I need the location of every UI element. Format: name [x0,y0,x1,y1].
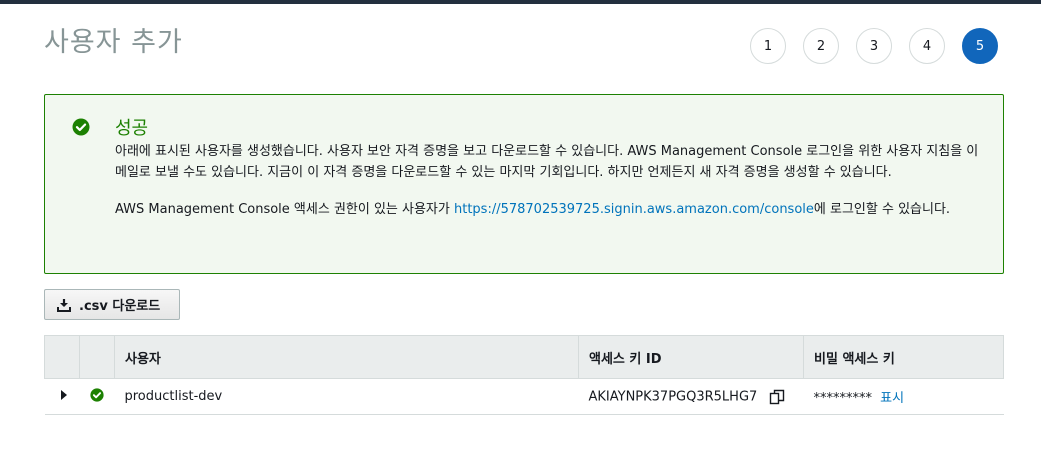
show-secret-link[interactable]: 표시 [880,391,904,406]
step-1[interactable]: 1 [750,28,786,64]
console-prefix: AWS Management Console 액세스 권한이 있는 사용자가 [115,202,454,217]
expand-cell [44,378,80,415]
download-csv-button[interactable]: .csv 다운로드 [44,289,180,320]
copy-icon[interactable] [769,389,785,405]
table-header-row: 사용자 액세스 키 ID 비밀 액세스 키 [44,335,1004,379]
step-4[interactable]: 4 [909,28,945,64]
download-csv-label: .csv 다운로드 [79,299,161,314]
expand-caret-icon[interactable] [60,390,67,400]
top-bar [0,0,1041,4]
alert-body: 아래에 표시된 사용자를 생성했습니다. 사용자 보안 자격 증명을 보고 다운… [115,141,985,220]
console-message: AWS Management Console 액세스 권한이 있는 사용자가 h… [115,199,985,220]
access-key-id-value: AKIAYNPK37PGQ3R5LHG7 [588,389,758,404]
alert-title: 성공 [115,118,149,139]
step-5-current[interactable]: 5 [962,28,998,64]
secret-key-cell: ********* 표시 [803,378,1004,415]
access-key-id-column-header[interactable]: 액세스 키 ID [578,335,804,379]
expand-column-header [44,335,80,379]
step-2[interactable]: 2 [803,28,839,64]
users-table: 사용자 액세스 키 ID 비밀 액세스 키 productlist-dev AK… [44,335,1004,415]
status-cell [79,378,115,415]
step-3[interactable]: 3 [856,28,892,64]
console-suffix: 에 로그인할 수 있습니다. [813,202,951,217]
success-alert: 성공 아래에 표시된 사용자를 생성했습니다. 사용자 보안 자격 증명을 보고… [44,94,1004,274]
access-key-id-cell: AKIAYNPK37PGQ3R5LHG7 [578,378,804,415]
table-row: productlist-dev AKIAYNPK37PGQ3R5LHG7 ***… [44,378,1004,415]
secret-key-masked: ********* [813,391,873,406]
check-circle-icon [72,118,90,136]
download-icon [57,298,71,312]
secret-key-column-header[interactable]: 비밀 액세스 키 [803,335,1004,379]
step-indicator: 1 2 3 4 5 [750,28,998,64]
page-title: 사용자 추가 [44,27,183,58]
status-column-header [79,335,115,379]
success-status-icon [89,387,104,402]
user-name-cell: productlist-dev [114,378,579,415]
alert-message: 아래에 표시된 사용자를 생성했습니다. 사용자 보안 자격 증명을 보고 다운… [115,144,979,180]
console-signin-link[interactable]: https://578702539725.signin.aws.amazon.c… [454,202,814,217]
user-column-header[interactable]: 사용자 [114,335,579,379]
